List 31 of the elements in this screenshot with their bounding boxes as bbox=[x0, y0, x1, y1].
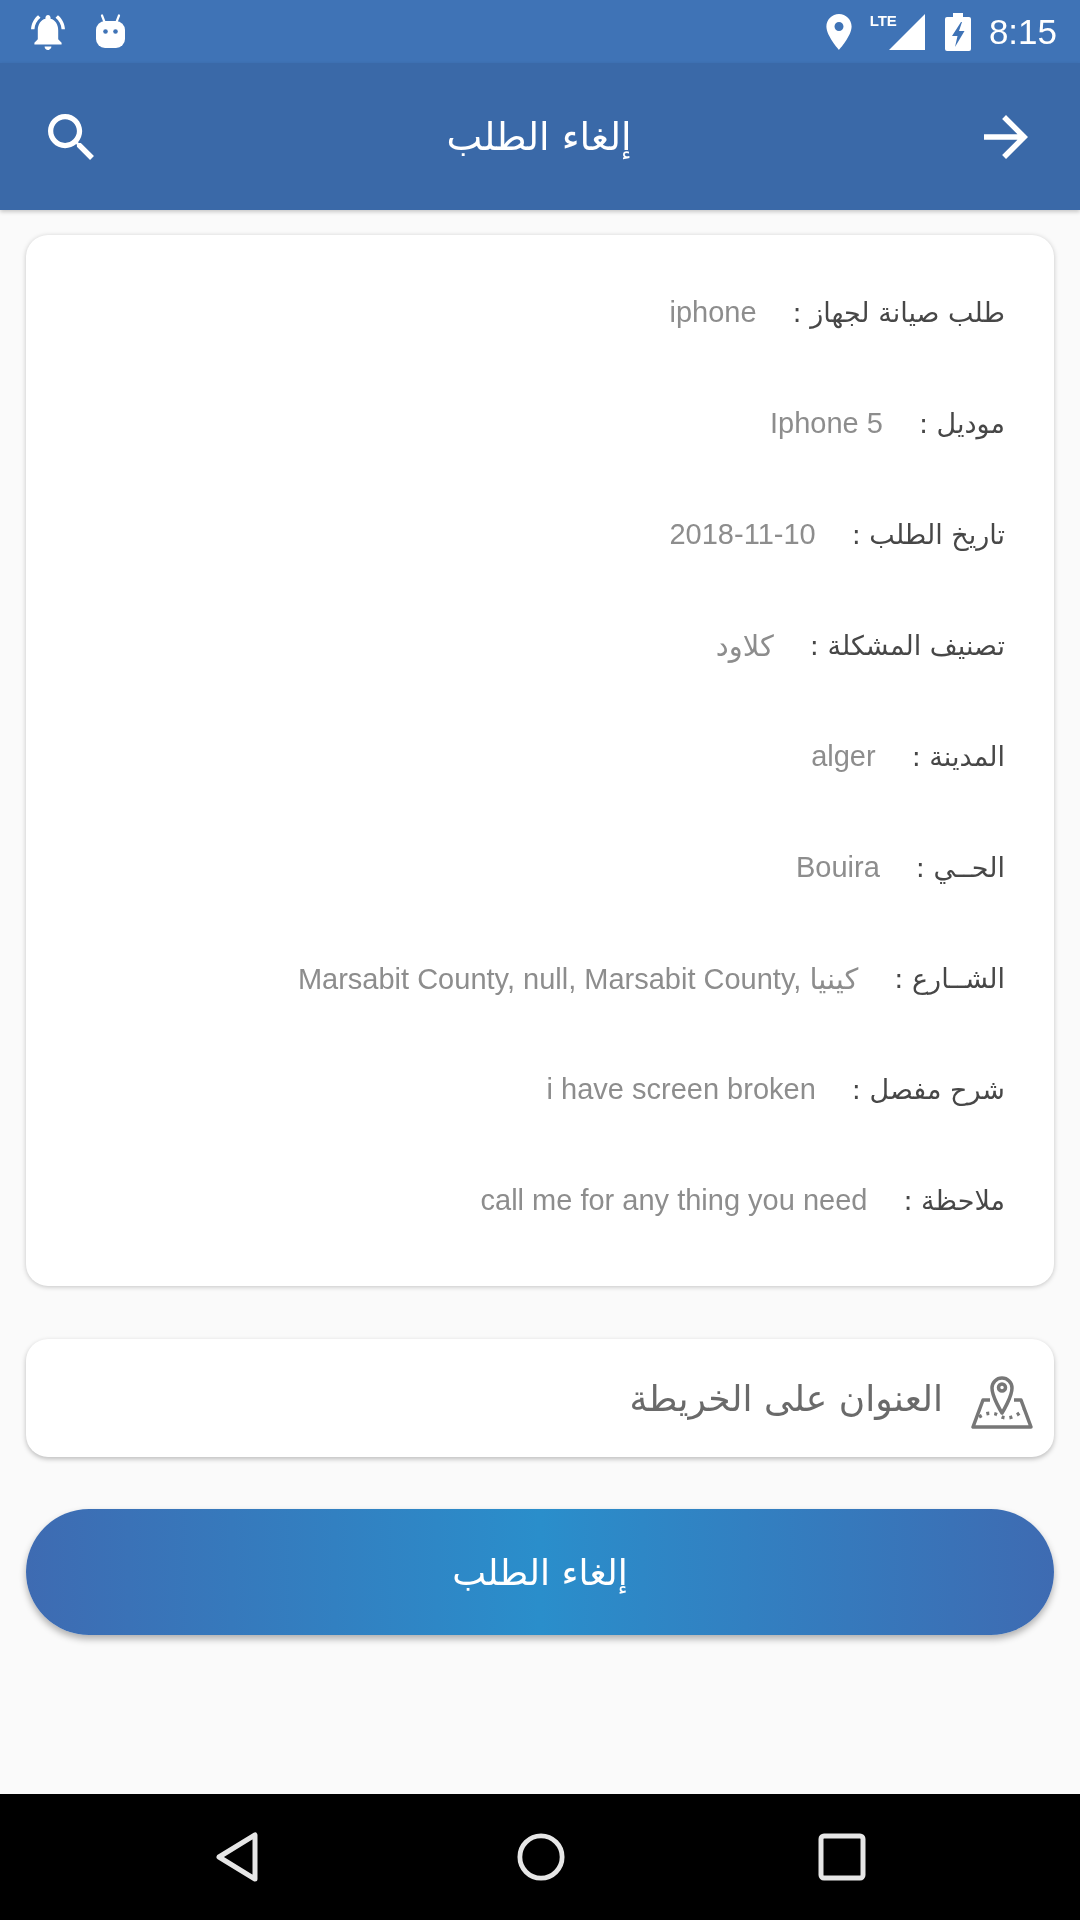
map-address-button[interactable]: العنوان على الخريطة bbox=[26, 1339, 1054, 1457]
field-label: تصنيف المشكلة : bbox=[809, 630, 1005, 661]
field-value: Marsabit County, null, Marsabit County, كينيا bbox=[297, 961, 859, 996]
field-value: i have screen broken bbox=[546, 1073, 816, 1106]
field-value: كلاود bbox=[715, 628, 774, 663]
alarm-bell-icon bbox=[31, 13, 65, 50]
field-value: Iphone 5 bbox=[770, 407, 883, 440]
field-label: الحــي : bbox=[915, 852, 1005, 883]
field-label: تاريخ الطلب : bbox=[851, 519, 1005, 550]
field-label: المدينة : bbox=[911, 741, 1005, 772]
search-icon[interactable] bbox=[48, 113, 94, 160]
cancel-request-button[interactable]: إلغاء الطلب bbox=[26, 1509, 1054, 1635]
home-icon[interactable] bbox=[516, 1832, 565, 1882]
field-value: alger bbox=[811, 740, 876, 773]
field-value: 2018-11-10 bbox=[669, 518, 816, 551]
network-type-label: LTE bbox=[869, 13, 897, 28]
field-label: الشــارع : bbox=[894, 963, 1005, 994]
battery-charging-icon bbox=[944, 12, 971, 51]
field-label: ملاحظة : bbox=[903, 1185, 1005, 1216]
field-value: Bouira bbox=[796, 851, 880, 884]
field-label: موديل : bbox=[918, 408, 1005, 439]
recents-icon[interactable] bbox=[818, 1832, 866, 1882]
location-pin-icon bbox=[823, 13, 854, 50]
android-icon bbox=[95, 14, 126, 49]
field-label: شرح مفصل : bbox=[851, 1074, 1005, 1105]
status-time: 8:15 bbox=[988, 11, 1057, 52]
field-value: iphone bbox=[669, 296, 757, 329]
page-title: إلغاء الطلب bbox=[445, 114, 633, 159]
field-label: طلب صيانة لجهاز : bbox=[792, 297, 1005, 328]
field-value: call me for any thing you need bbox=[480, 1184, 868, 1217]
arrow-right-icon[interactable] bbox=[984, 114, 1028, 159]
